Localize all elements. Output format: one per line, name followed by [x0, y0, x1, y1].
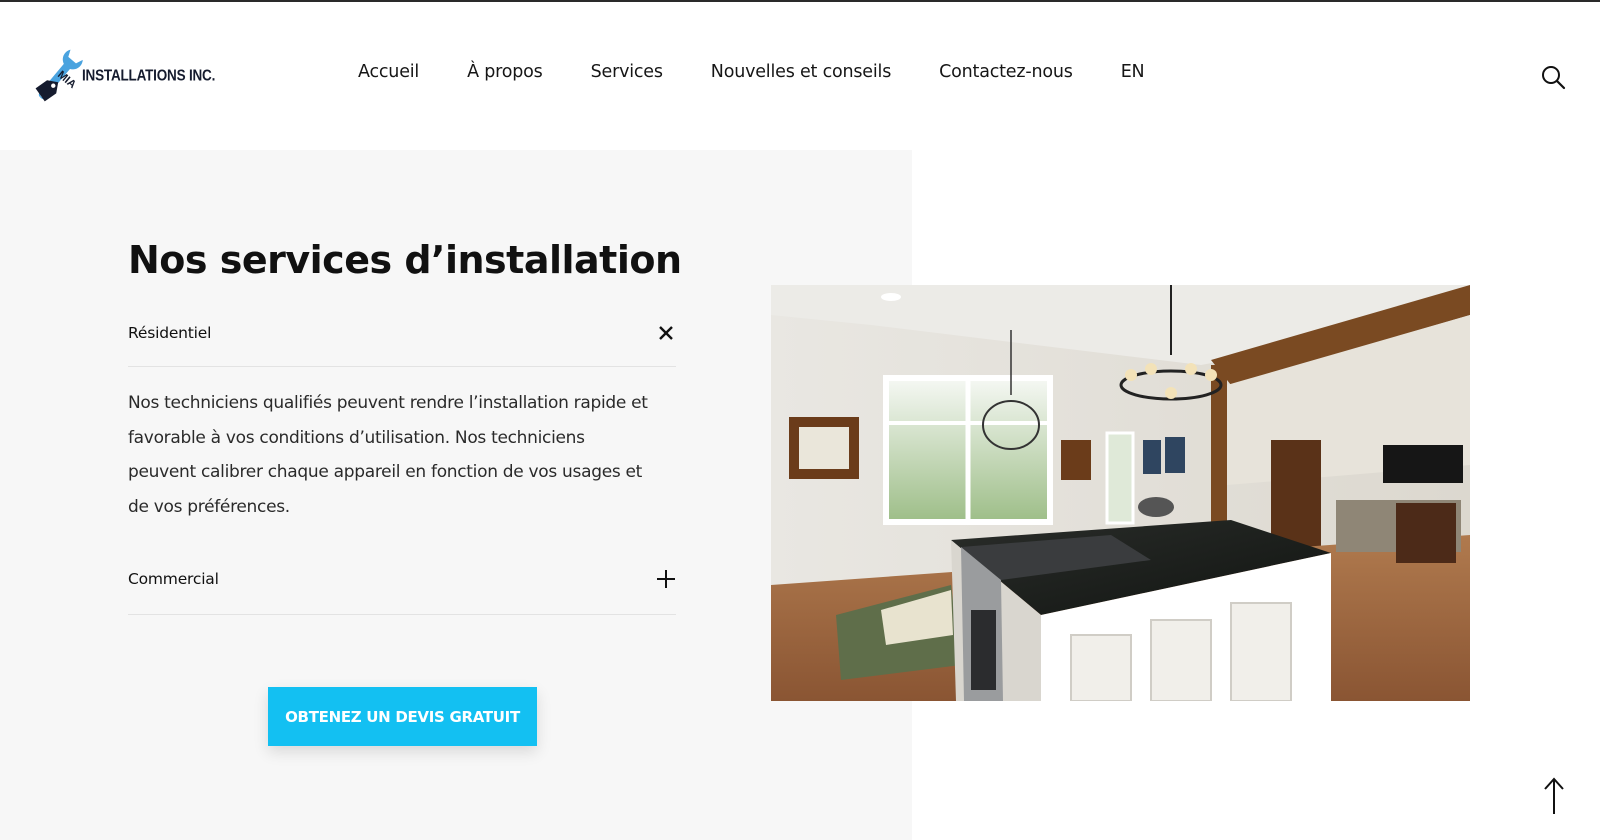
nav-item-nouvelles[interactable]: Nouvelles et conseils: [711, 62, 892, 82]
logo-text: INSTALLATIONS INC.: [82, 66, 216, 84]
search-icon: [1542, 66, 1566, 90]
back-to-top-button[interactable]: [1542, 776, 1566, 816]
accordion-label: Commercial: [128, 570, 219, 588]
nav-item-accueil[interactable]: Accueil: [358, 62, 419, 82]
nav-item-a-propos[interactable]: À propos: [467, 62, 543, 82]
language-switch[interactable]: EN: [1121, 62, 1145, 82]
accordion-header-commercial[interactable]: Commercial: [128, 557, 676, 601]
nav-item-contact[interactable]: Contactez-nous: [939, 62, 1073, 82]
divider: [128, 366, 676, 367]
logo-wrench-icon: MIA: [35, 49, 83, 102]
arrow-up-icon: [1544, 777, 1564, 814]
nav-item-services[interactable]: Services: [591, 62, 663, 82]
accordion-label: Résidentiel: [128, 324, 212, 342]
accordion-header-residentiel[interactable]: Résidentiel: [128, 311, 676, 355]
main-nav: Accueil À propos Services Nouvelles et c…: [358, 62, 1145, 82]
divider: [128, 614, 676, 615]
section-title: Nos services d’installation: [128, 238, 682, 282]
accordion-body: Nos techniciens qualifiés peuvent rendre…: [128, 393, 648, 517]
free-quote-button[interactable]: OBTENEZ UN DEVIS GRATUIT: [268, 687, 537, 746]
kitchen-photo: [771, 285, 1470, 701]
close-icon[interactable]: [656, 323, 676, 343]
plus-icon[interactable]: [656, 569, 676, 589]
search-button[interactable]: [1540, 64, 1566, 90]
site-header: MIA INSTALLATIONS INC. Accueil À propos …: [0, 2, 1600, 150]
logo[interactable]: MIA INSTALLATIONS INC.: [28, 44, 218, 110]
